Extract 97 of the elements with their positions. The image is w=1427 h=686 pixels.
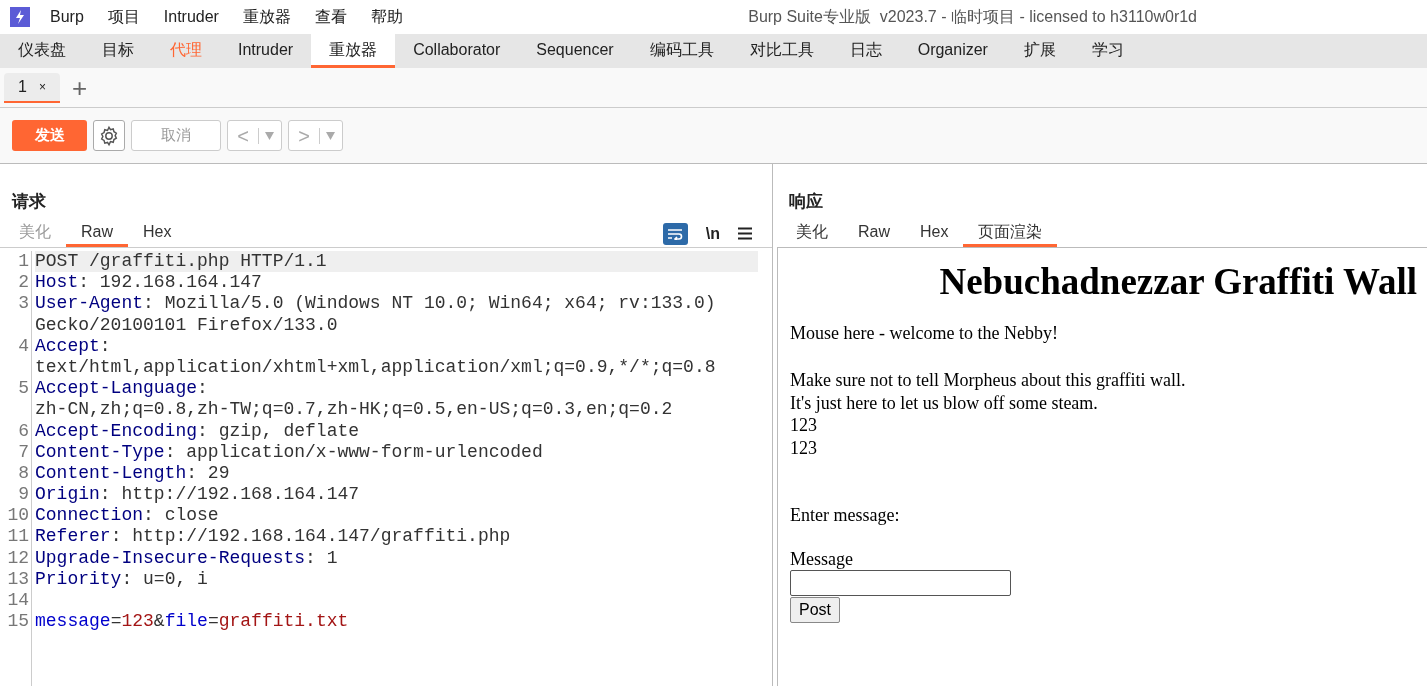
tab-label[interactable]: 1 [18,75,27,99]
main-tab[interactable]: 对比工具 [731,34,832,68]
menu-item[interactable]: 项目 [107,5,140,29]
code-text: Connection [35,505,144,526]
code-text: graffiti.txt [218,611,349,632]
main-tab[interactable]: 日志 [831,34,900,68]
page-text: Enter message: [790,504,901,527]
code-text: : 29 [186,462,230,483]
line-number: 7 [17,441,29,463]
code-text: User-Agent [35,293,144,314]
settings-icon [98,124,120,147]
line-number: 4 [17,335,29,357]
page-heading: Nebuchadnezzar Graffiti Wall [938,260,1418,304]
line-number: 1 [17,251,29,273]
code-text: text/html,application/xhtml+xml,application/xml;q=0.9,*/*;q=0.8 [35,356,716,377]
code-text: : Mozilla/5.0 (Windows NT 10.0; Win64; x64; rv:133.0) [143,293,716,314]
code-text: Accept-Encoding [35,420,198,441]
code-text: : gzip, deflate [197,420,360,441]
message-input[interactable] [790,570,1011,596]
page-text: Mouse here - welcome to the Nebby! [790,322,1059,345]
code-text: : http://192.168.164.147 [99,484,360,505]
panel-title: 请求 [12,190,46,213]
line-number: 12 [6,547,29,569]
page-text: It's just here to let us blow off some steam. [790,391,1099,414]
code-text: : close [143,505,219,526]
code-text: : [197,378,208,399]
menu-item[interactable]: 查看 [314,5,347,29]
view-tab[interactable]: Hex [128,220,187,247]
repeater-tab[interactable]: 1 × [4,73,60,103]
code-text: Upgrade-Insecure-Requests [35,547,306,568]
line-number: 6 [17,420,29,442]
code-text: 123 [121,611,154,632]
line-number: 10 [6,505,29,527]
code-text: = [110,611,122,632]
view-tab[interactable]: 美化 [781,220,843,247]
code-text: Origin [35,484,100,505]
field-label: Message [790,548,854,570]
code-text: message [35,611,111,632]
settings-button[interactable] [93,120,125,151]
main-tab[interactable]: 编码工具 [631,34,732,68]
wrap-icon [667,227,684,240]
code-text: Accept-Language [35,378,198,399]
code-text: : http://192.168.164.147/graffiti.php [110,526,511,547]
page-text: 123 [790,414,818,437]
add-tab-button[interactable]: + [71,73,88,103]
code-text: zh-CN,zh;q=0.8,zh-TW;q=0.7,zh-HK;q=0.5,en-US;q=0.3,en;q=0.2 [35,399,673,420]
line-number: 15 [6,611,29,633]
code-text: = [207,611,219,632]
menu-item[interactable]: 重放器 [242,5,291,29]
code-text: POST /graffiti.php HTTP/1.1 [35,251,327,271]
main-tab[interactable]: 重放器 [311,34,396,68]
main-tab[interactable]: 扩展 [1005,34,1074,68]
line-number: 3 [17,293,29,315]
code-text: Content-Type [35,441,165,462]
panel-title: 响应 [789,190,823,213]
app-logo-icon [10,7,30,27]
main-tab[interactable]: 仪表盘 [0,34,84,68]
code-text: Priority [35,568,122,589]
code-text: : u=0, i [121,568,208,589]
line-number: 14 [6,590,29,612]
line-number: 2 [17,272,29,294]
wrap-lines-toggle[interactable] [662,222,688,245]
main-tab[interactable]: Intruder [220,34,312,68]
code-text: Host [35,272,79,293]
page-text: Make sure not to tell Morpheus about this graffiti wall. [790,369,1187,392]
code-text: : 1 [305,547,338,568]
main-tab[interactable]: Organizer [899,34,1006,68]
menu-item[interactable]: 帮助 [370,5,403,29]
view-tab[interactable]: Raw [843,220,905,247]
code-text: file [164,611,208,632]
line-number: 8 [17,462,29,485]
close-button[interactable]: × [38,78,46,96]
page-text: 123 [790,436,818,459]
code-text: & [153,611,165,632]
code-text: : 192.168.164.147 [78,272,262,293]
menu-item[interactable]: Intruder [163,5,219,29]
window-title: Burp Suite专业版 v2023.7 - 临时项目 - licensed to h3110w0r1d [748,7,1197,27]
main-tab[interactable]: Collaborator [395,34,519,68]
line-number: 9 [17,484,29,506]
view-tab[interactable]: Raw [66,220,128,247]
code-text: Accept [35,335,100,356]
code-text: Referer [35,526,111,547]
newline-toggle[interactable]: \n [705,221,720,246]
view-tab[interactable]: Hex [905,220,964,247]
code-text: Content-Length [35,462,187,483]
post-button[interactable]: Post [790,597,840,623]
main-tab[interactable]: 目标 [84,34,152,68]
main-tab[interactable]: 学习 [1073,34,1142,68]
line-number: 11 [6,526,29,548]
line-number: 5 [17,378,29,400]
code-text: : [99,335,111,356]
code-text: Gecko/20100101 Firefox/133.0 [35,314,338,335]
main-tab[interactable]: Sequencer [518,34,632,68]
code-text: : application/x-www-form-urlencoded [164,441,543,462]
line-number: 13 [6,568,29,590]
menu-item[interactable]: Burp [50,5,84,29]
menu-icon[interactable] [738,227,752,240]
